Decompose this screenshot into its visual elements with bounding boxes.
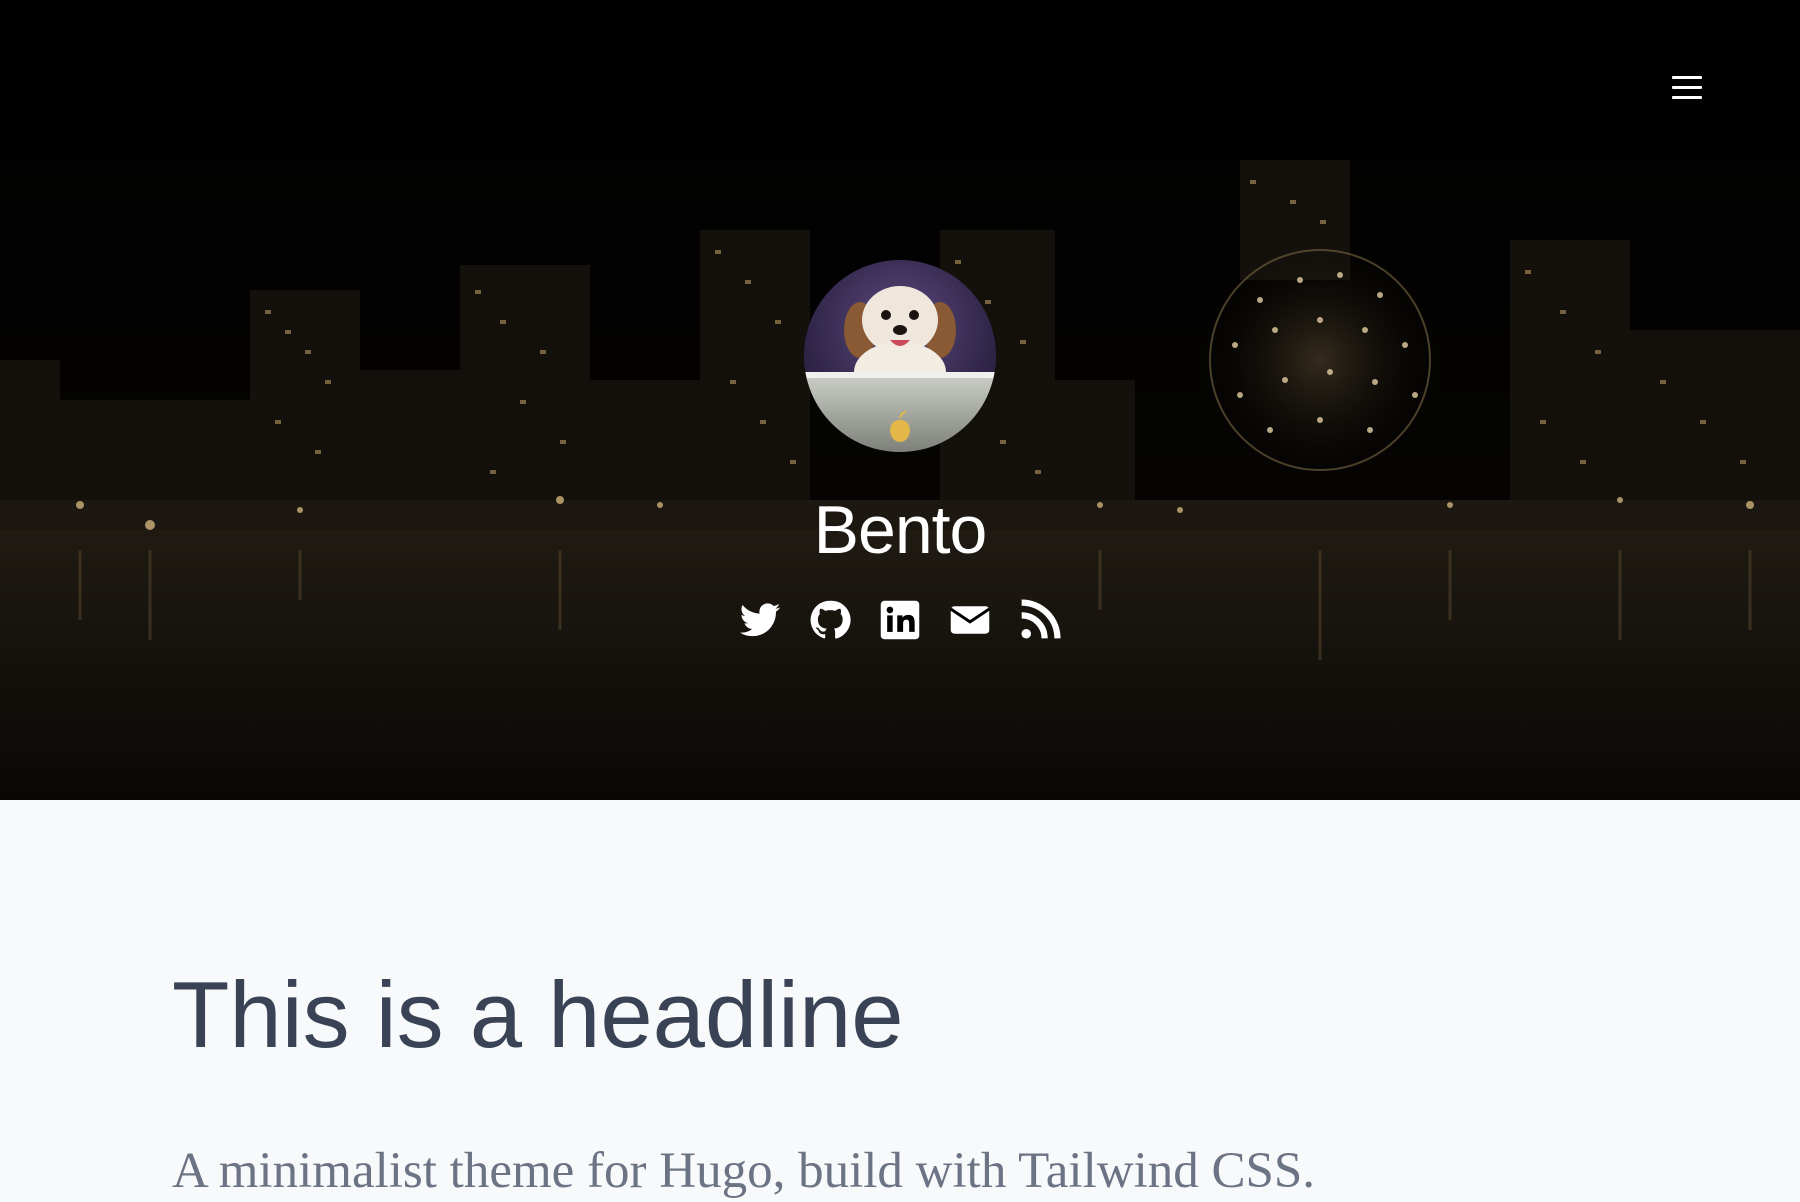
avatar xyxy=(804,260,996,452)
rss-icon[interactable] xyxy=(1018,598,1062,642)
envelope-icon[interactable] xyxy=(948,598,992,642)
site-title[interactable]: Bento xyxy=(0,490,1800,570)
hero-banner: Bento xyxy=(0,0,1800,800)
dog-avatar-image xyxy=(804,260,996,452)
page-tagline: A minimalist theme for Hugo, build with … xyxy=(172,1143,1315,1199)
hamburger-menu-icon[interactable] xyxy=(1662,70,1710,106)
github-icon[interactable] xyxy=(808,598,852,642)
social-links xyxy=(0,598,1800,646)
linkedin-icon[interactable] xyxy=(878,598,922,642)
page-headline: This is a headline xyxy=(172,962,904,1067)
twitter-icon[interactable] xyxy=(738,598,782,642)
